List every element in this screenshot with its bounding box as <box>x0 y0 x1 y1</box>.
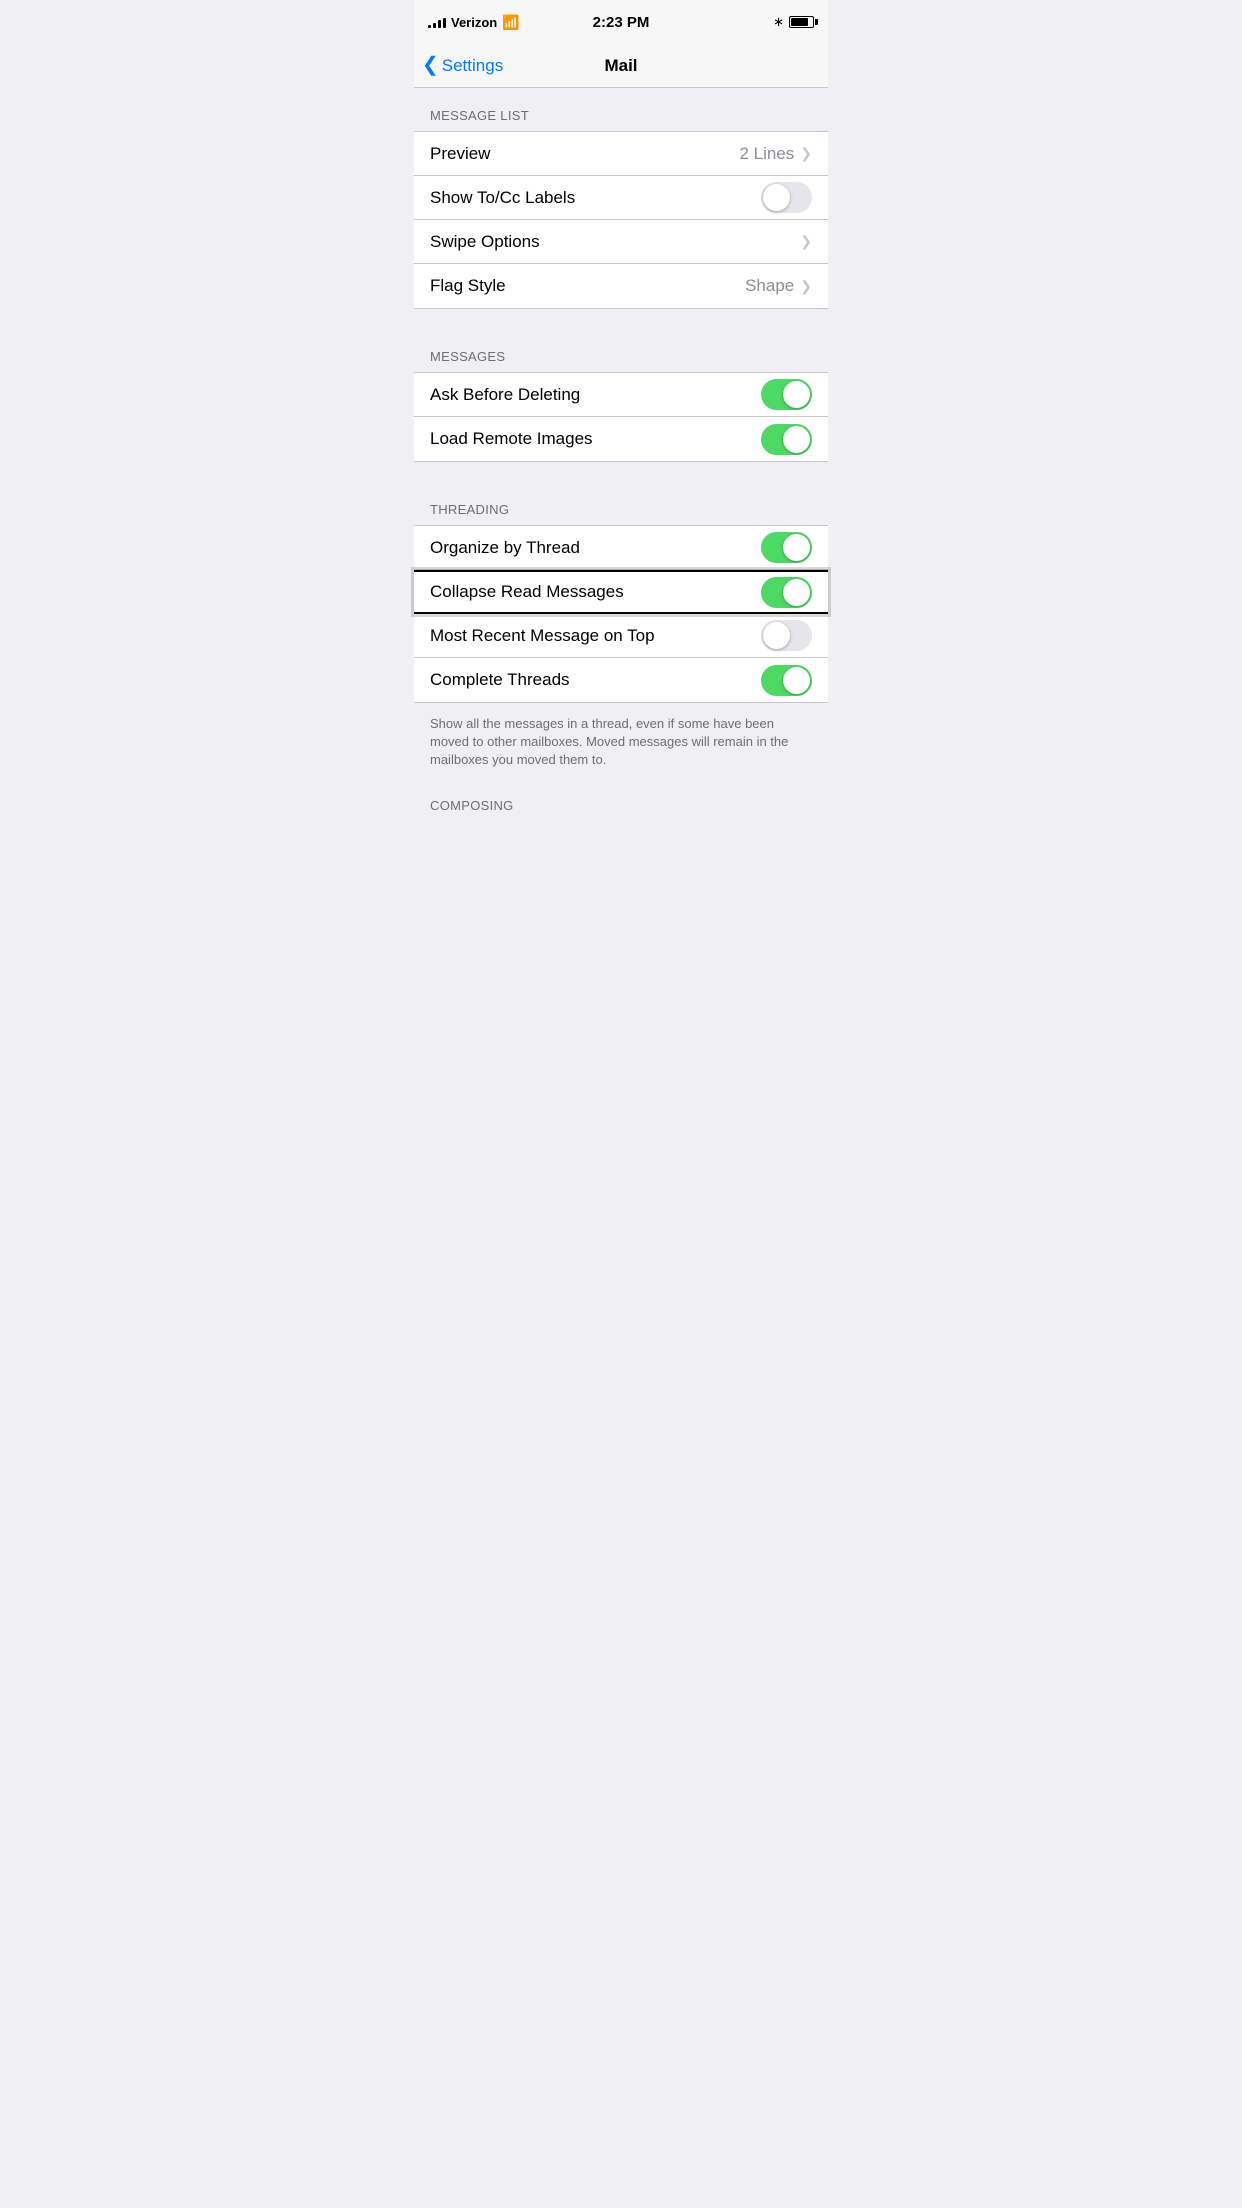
show-tocc-label: Show To/Cc Labels <box>430 188 575 208</box>
load-remote-images-toggle-knob <box>783 426 810 453</box>
complete-threads-toggle[interactable] <box>761 665 812 696</box>
collapse-read-messages-toggle[interactable] <box>761 577 812 608</box>
load-remote-images-label: Load Remote Images <box>430 429 593 449</box>
most-recent-message-label: Most Recent Message on Top <box>430 626 655 646</box>
preview-label: Preview <box>430 144 490 164</box>
collapse-read-messages-label: Collapse Read Messages <box>430 582 624 602</box>
show-tocc-toggle-knob <box>763 184 790 211</box>
ask-before-deleting-label: Ask Before Deleting <box>430 385 580 405</box>
organize-by-thread-toggle-knob <box>783 534 810 561</box>
row-organize-by-thread: Organize by Thread <box>414 526 828 570</box>
most-recent-message-toggle[interactable] <box>761 620 812 651</box>
flag-style-value: Shape <box>745 276 794 296</box>
show-tocc-toggle[interactable] <box>761 182 812 213</box>
collapse-read-messages-toggle-knob <box>783 579 810 606</box>
organize-by-thread-label: Organize by Thread <box>430 538 580 558</box>
ask-before-deleting-toggle[interactable] <box>761 379 812 410</box>
status-time: 2:23 PM <box>593 14 650 31</box>
load-remote-images-toggle[interactable] <box>761 424 812 455</box>
row-ask-before-deleting: Ask Before Deleting <box>414 373 828 417</box>
section-header-message-list: MESSAGE LIST <box>414 88 828 131</box>
complete-threads-label: Complete Threads <box>430 670 570 690</box>
complete-threads-note: Show all the messages in a thread, even … <box>414 703 828 778</box>
page-title: Mail <box>604 56 637 76</box>
settings-group-message-list: Preview 2 Lines ❯ Show To/Cc Labels Swip… <box>414 131 828 309</box>
row-collapse-read-messages: Collapse Read Messages <box>414 570 828 614</box>
row-swipe-options[interactable]: Swipe Options ❯ <box>414 220 828 264</box>
settings-group-messages: Ask Before Deleting Load Remote Images <box>414 372 828 462</box>
swipe-options-chevron-icon: ❯ <box>800 233 812 250</box>
section-header-threading: THREADING <box>414 482 828 525</box>
row-load-remote-images: Load Remote Images <box>414 417 828 461</box>
row-most-recent-message: Most Recent Message on Top <box>414 614 828 658</box>
flag-style-chevron-icon: ❯ <box>800 278 812 295</box>
spacer-2 <box>414 462 828 482</box>
row-flag-style[interactable]: Flag Style Shape ❯ <box>414 264 828 308</box>
back-button[interactable]: ❮ Settings <box>422 56 503 76</box>
preview-value: 2 Lines <box>739 144 794 164</box>
swipe-options-right: ❯ <box>800 233 812 250</box>
back-chevron-icon: ❮ <box>422 55 439 75</box>
organize-by-thread-toggle[interactable] <box>761 532 812 563</box>
section-header-messages: MESSAGES <box>414 329 828 372</box>
row-show-tocc: Show To/Cc Labels <box>414 176 828 220</box>
flag-style-right: Shape ❯ <box>745 276 812 296</box>
back-label: Settings <box>442 56 503 76</box>
complete-threads-toggle-knob <box>783 667 810 694</box>
signal-bars <box>428 16 446 28</box>
nav-bar: ❮ Settings Mail <box>414 44 828 88</box>
flag-style-label: Flag Style <box>430 276 506 296</box>
section-header-composing: COMPOSING <box>414 778 828 821</box>
wifi-icon: 📶 <box>502 14 519 31</box>
preview-right: 2 Lines ❯ <box>739 144 812 164</box>
settings-group-threading: Organize by Thread Collapse Read Message… <box>414 525 828 703</box>
swipe-options-label: Swipe Options <box>430 232 540 252</box>
battery-fill <box>791 18 808 26</box>
ask-before-deleting-toggle-knob <box>783 381 810 408</box>
row-preview[interactable]: Preview 2 Lines ❯ <box>414 132 828 176</box>
status-right: ∗ <box>773 14 814 30</box>
most-recent-message-toggle-knob <box>763 622 790 649</box>
row-complete-threads: Complete Threads <box>414 658 828 702</box>
spacer-1 <box>414 309 828 329</box>
preview-chevron-icon: ❯ <box>800 145 812 162</box>
bluetooth-icon: ∗ <box>773 14 784 30</box>
battery-icon <box>789 16 814 28</box>
carrier-label: Verizon <box>451 15 497 30</box>
status-left: Verizon 📶 <box>428 14 520 31</box>
status-bar: Verizon 📶 2:23 PM ∗ <box>414 0 828 44</box>
